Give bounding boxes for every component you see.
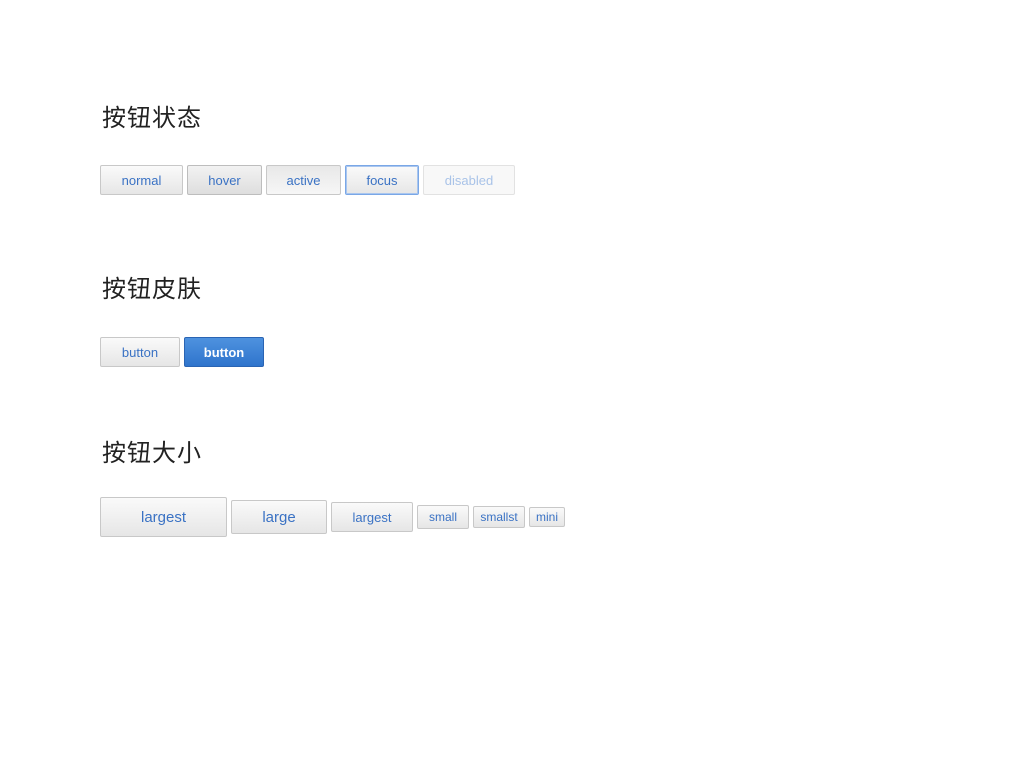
hover-button[interactable]: hover	[187, 165, 262, 195]
large-button[interactable]: large	[231, 500, 327, 534]
largest-button[interactable]: largest	[100, 497, 227, 537]
page: 按钮状态 normal hover active focus disabled …	[0, 0, 1024, 768]
button-skins-row: button button	[100, 337, 268, 367]
smallst-button[interactable]: smallst	[473, 506, 525, 528]
normal-button[interactable]: normal	[100, 165, 183, 195]
default-skin-button[interactable]: button	[100, 337, 180, 367]
button-sizes-row: largest large largest small smallst mini	[100, 497, 569, 537]
active-button[interactable]: active	[266, 165, 341, 195]
button-states-row: normal hover active focus disabled	[100, 165, 519, 195]
mini-button[interactable]: mini	[529, 507, 565, 527]
largest-secondary-button[interactable]: largest	[331, 502, 413, 532]
small-button[interactable]: small	[417, 505, 469, 529]
section-title-skins: 按钮皮肤	[102, 275, 202, 303]
section-title-states: 按钮状态	[102, 104, 202, 132]
focus-button[interactable]: focus	[345, 165, 419, 195]
section-title-sizes: 按钮大小	[102, 439, 202, 467]
disabled-button[interactable]: disabled	[423, 165, 515, 195]
primary-skin-button[interactable]: button	[184, 337, 264, 367]
